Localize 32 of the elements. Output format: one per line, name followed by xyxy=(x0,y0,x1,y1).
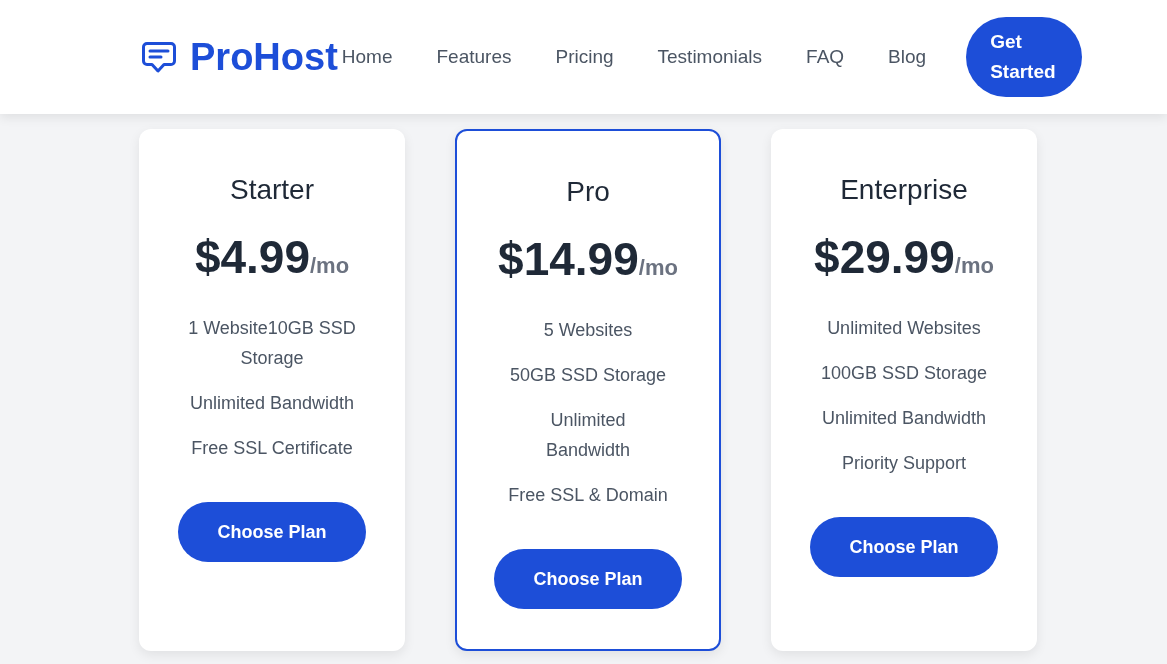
plan-name: Starter xyxy=(230,173,314,207)
choose-plan-button[interactable]: Choose Plan xyxy=(810,517,998,577)
price-period: /mo xyxy=(310,253,350,280)
feature-text: 50GB SSD Storage xyxy=(508,364,668,387)
brand-logo-text: ProHost xyxy=(190,38,338,76)
price-period: /mo xyxy=(638,255,678,282)
feature-text: Unlimited Websites xyxy=(826,317,982,340)
plan-name: Enterprise xyxy=(840,173,968,207)
choose-plan-button[interactable]: Choose Plan xyxy=(178,502,366,562)
get-started-button[interactable]: Get Started xyxy=(966,17,1083,97)
feature-text: Unlimited Bandwidth xyxy=(188,392,356,415)
choose-plan-button[interactable]: Choose Plan xyxy=(494,549,682,609)
plan-price: $14.99 xyxy=(498,232,639,287)
nav-link[interactable]: Pricing xyxy=(555,42,614,72)
feature-text: Unlimited Bandwidth xyxy=(820,407,988,430)
feature-text: 1 Website10GB SSD Storage xyxy=(187,317,357,370)
feature-text: 5 Websites xyxy=(542,319,634,342)
plan-price: $29.99 xyxy=(814,230,955,285)
nav-link[interactable]: Blog xyxy=(888,42,927,72)
plan-price: $4.99 xyxy=(194,230,310,285)
nav-link[interactable]: Home xyxy=(341,42,393,72)
price-period: /mo xyxy=(954,253,994,280)
nav-link[interactable]: FAQ xyxy=(806,42,845,72)
feature-text: Priority Support xyxy=(840,452,968,475)
plan-name: Pro xyxy=(566,175,610,209)
nav-link[interactable]: Testimonials xyxy=(657,42,763,72)
nav-link[interactable]: Features xyxy=(436,42,512,72)
feature-text: Free SSL & Domain xyxy=(507,484,669,507)
feature-text: Unlimited Bandwidth xyxy=(544,409,632,462)
chat-bubble-icon xyxy=(142,41,176,73)
feature-text: 100GB SSD Storage xyxy=(819,362,989,385)
feature-text: Free SSL Certificate xyxy=(190,437,354,460)
